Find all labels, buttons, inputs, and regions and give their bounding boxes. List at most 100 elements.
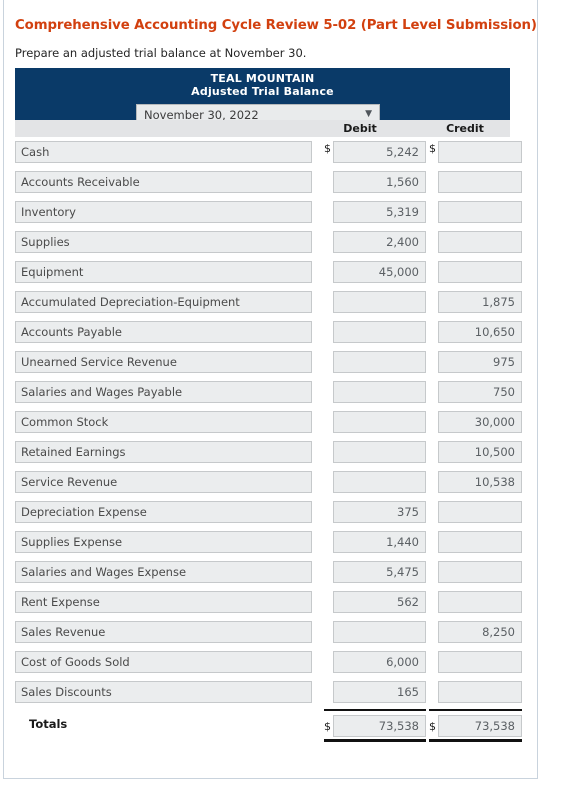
account-name-field[interactable]: Accumulated Depreciation-Equipment	[15, 291, 312, 313]
credit-amount-field[interactable]: 30,000	[438, 411, 522, 433]
credit-amount-field[interactable]	[438, 651, 522, 673]
debit-cell	[333, 321, 426, 343]
account-name-field[interactable]: Inventory	[15, 201, 312, 223]
debit-cell	[333, 441, 426, 463]
instruction-text: Prepare an adjusted trial balance at Nov…	[15, 46, 307, 60]
table-row: Equipment 45,000	[15, 257, 522, 287]
account-name-field[interactable]: Salaries and Wages Payable	[15, 381, 312, 403]
account-name-field[interactable]: Accounts Payable	[15, 321, 312, 343]
debit-amount-field[interactable]	[333, 381, 426, 403]
debit-cell: 562	[333, 591, 426, 613]
credit-amount-field[interactable]	[438, 501, 522, 523]
table-row: Accounts Payable 10,650	[15, 317, 522, 347]
debit-cell	[333, 381, 426, 403]
account-name-field[interactable]: Common Stock	[15, 411, 312, 433]
credit-amount-field[interactable]	[438, 231, 522, 253]
debit-amount-field[interactable]: 2,400	[333, 231, 426, 253]
debit-cell: 6,000	[333, 651, 426, 673]
credit-amount-field[interactable]	[438, 591, 522, 613]
debit-amount-field[interactable]	[333, 441, 426, 463]
credit-cell: 1,875	[438, 291, 522, 313]
account-name-field[interactable]: Cash	[15, 141, 312, 163]
credit-amount-field[interactable]: 8,250	[438, 621, 522, 643]
table-row: Salaries and Wages Expense 5,475	[15, 557, 522, 587]
assignment-page-container: Comprehensive Accounting Cycle Review 5-…	[3, 0, 538, 779]
table-row: Service Revenue 10,538	[15, 467, 522, 497]
debit-cell: 1,560	[333, 171, 426, 193]
debit-amount-field[interactable]: 6,000	[333, 651, 426, 673]
debit-amount-field[interactable]: 45,000	[333, 261, 426, 283]
debit-amount-field[interactable]	[333, 351, 426, 373]
account-name-field[interactable]: Supplies Expense	[15, 531, 312, 553]
account-name-field[interactable]: Cost of Goods Sold	[15, 651, 312, 673]
account-name-field[interactable]: Depreciation Expense	[15, 501, 312, 523]
credit-amount-field[interactable]	[438, 201, 522, 223]
account-name-field[interactable]: Retained Earnings	[15, 441, 312, 463]
debit-amount-field[interactable]: 1,560	[333, 171, 426, 193]
debit-cell	[333, 471, 426, 493]
credit-cell: 975	[438, 351, 522, 373]
account-name-field[interactable]: Service Revenue	[15, 471, 312, 493]
totals-debit-field[interactable]: 73,538	[333, 715, 426, 737]
debit-amount-field[interactable]: 165	[333, 681, 426, 703]
account-name-field[interactable]: Salaries and Wages Expense	[15, 561, 312, 583]
account-name-field[interactable]: Sales Discounts	[15, 681, 312, 703]
credit-cell: 10,538	[438, 471, 522, 493]
table-row: Accounts Receivable 1,560	[15, 167, 522, 197]
credit-amount-field[interactable]	[438, 261, 522, 283]
totals-credit-field[interactable]: 73,538	[438, 715, 522, 737]
debit-amount-field[interactable]	[333, 471, 426, 493]
account-name-field[interactable]: Supplies	[15, 231, 312, 253]
table-row: Cost of Goods Sold 6,000	[15, 647, 522, 677]
credit-cell	[438, 501, 522, 523]
credit-amount-field[interactable]: 975	[438, 351, 522, 373]
account-name-field[interactable]: Sales Revenue	[15, 621, 312, 643]
debit-amount-field[interactable]: 1,440	[333, 531, 426, 553]
table-row: Unearned Service Revenue 975	[15, 347, 522, 377]
debit-amount-field[interactable]	[333, 411, 426, 433]
table-row: Depreciation Expense 375	[15, 497, 522, 527]
column-header-debit: Debit	[343, 122, 377, 135]
debit-cell: 2,400	[333, 231, 426, 253]
credit-amount-field[interactable]: 1,875	[438, 291, 522, 313]
credit-amount-field[interactable]: 10,500	[438, 441, 522, 463]
credit-amount-field[interactable]	[438, 531, 522, 553]
credit-cell	[438, 681, 522, 703]
column-header-row: Debit Credit	[15, 120, 510, 137]
company-name: TEAL MOUNTAIN	[210, 72, 315, 85]
debit-cell	[333, 291, 426, 313]
credit-amount-field[interactable]	[438, 171, 522, 193]
credit-cell	[438, 531, 522, 553]
account-name-field[interactable]: Unearned Service Revenue	[15, 351, 312, 373]
credit-cell	[438, 561, 522, 583]
statement-banner: TEAL MOUNTAIN Adjusted Trial Balance Nov…	[15, 68, 510, 125]
credit-cell	[438, 201, 522, 223]
debit-cell: 5,242	[333, 141, 426, 163]
debit-amount-field[interactable]: 375	[333, 501, 426, 523]
totals-rule-bottom-debit	[324, 739, 426, 742]
debit-amount-field[interactable]	[333, 621, 426, 643]
debit-amount-field[interactable]: 5,242	[333, 141, 426, 163]
debit-amount-field[interactable]	[333, 321, 426, 343]
credit-amount-field[interactable]: 750	[438, 381, 522, 403]
account-name-field[interactable]: Rent Expense	[15, 591, 312, 613]
credit-amount-field[interactable]: 10,650	[438, 321, 522, 343]
credit-amount-field[interactable]	[438, 681, 522, 703]
account-name-field[interactable]: Equipment	[15, 261, 312, 283]
credit-cell: 750	[438, 381, 522, 403]
totals-debit-cell: 73,538	[333, 715, 426, 737]
debit-cell	[333, 411, 426, 433]
account-rows-container: Cash $ $5,242 Accounts Receivable 1,560 Inven…	[15, 137, 522, 707]
credit-amount-field[interactable]: 10,538	[438, 471, 522, 493]
debit-amount-field[interactable]: 5,475	[333, 561, 426, 583]
debit-amount-field[interactable]	[333, 291, 426, 313]
credit-cell: 10,650	[438, 321, 522, 343]
credit-amount-field[interactable]	[438, 141, 522, 163]
credit-cell	[438, 651, 522, 673]
debit-cell	[333, 621, 426, 643]
debit-amount-field[interactable]: 562	[333, 591, 426, 613]
debit-amount-field[interactable]: 5,319	[333, 201, 426, 223]
credit-cell	[438, 231, 522, 253]
account-name-field[interactable]: Accounts Receivable	[15, 171, 312, 193]
credit-amount-field[interactable]	[438, 561, 522, 583]
